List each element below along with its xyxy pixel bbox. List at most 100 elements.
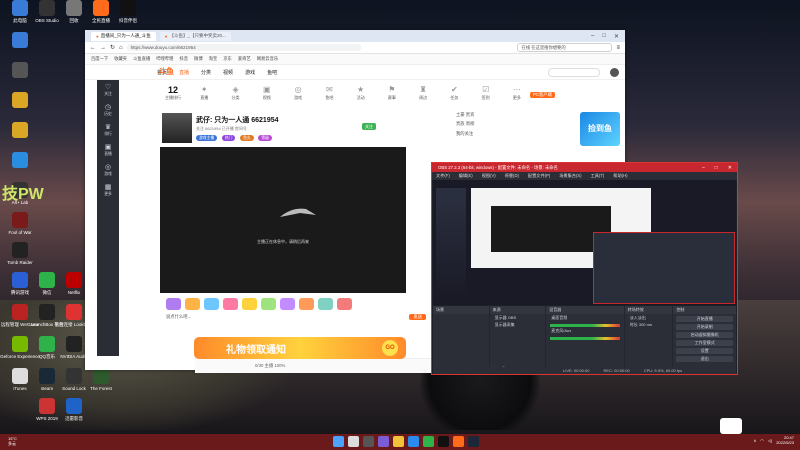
browser-tab[interactable]: ● 【斗鱼】_【只要中奖卖20... (159, 31, 231, 41)
sidebar-item-history[interactable]: ◷ 历史 (97, 100, 119, 120)
transition-duration[interactable]: 时长 300 ms (625, 321, 673, 328)
streamer-avatar[interactable] (162, 113, 192, 143)
banner-go-button[interactable]: GO (382, 340, 398, 356)
bookmark-item[interactable]: 百度一下 (91, 56, 108, 62)
gift-item[interactable] (223, 298, 238, 310)
sidebar-item-rank[interactable]: ♛ 排行 (97, 120, 119, 140)
bookmark-item[interactable]: 爱奇艺 (238, 56, 251, 62)
obs-menu-item[interactable]: 场景集合(S) (559, 173, 581, 179)
desktop-icon[interactable] (0, 32, 42, 66)
gift-item[interactable] (204, 298, 219, 310)
gift-item[interactable] (280, 298, 295, 310)
sidebar-item-follow[interactable]: ♡ 关注 (97, 80, 119, 100)
browser-icon[interactable] (408, 436, 419, 447)
category-item[interactable]: ★ 活动 (348, 85, 374, 109)
url-input[interactable]: https://www.douyu.com/6621954 (126, 44, 361, 51)
minimize-icon[interactable]: – (702, 165, 705, 171)
clock[interactable]: 20:47 2022/5/23 (776, 435, 794, 445)
site-nav-item[interactable]: 直播 (179, 69, 189, 76)
follow-button[interactable]: 关注 (362, 123, 376, 130)
pc-client-button[interactable]: PC客户端 (530, 92, 555, 98)
close-icon[interactable]: ✕ (728, 165, 732, 171)
settings-button[interactable]: 设置 (676, 348, 733, 354)
file-explorer-icon[interactable] (393, 436, 404, 447)
back-icon[interactable]: ← (90, 45, 96, 51)
wifi-icon[interactable]: ◠ (760, 438, 764, 443)
desktop-icon[interactable]: Fool of War (0, 212, 42, 246)
menu-icon[interactable]: ≡ (616, 45, 620, 51)
task-view-icon[interactable] (363, 436, 374, 447)
gift-item[interactable] (337, 298, 352, 310)
gift-notice-banner[interactable]: 礼物领取通知 GO (194, 337, 406, 359)
source-item[interactable]: 显示器 OBS (490, 314, 546, 321)
promo-card[interactable]: 捡到鱼 (580, 112, 620, 146)
obs-menu-item[interactable]: 配置文件(P) (528, 173, 550, 179)
category-item[interactable]: ◎ 游戏 (285, 85, 311, 109)
bookmark-item[interactable]: 抖音 (179, 56, 188, 62)
tray-avatar[interactable] (720, 418, 742, 434)
desktop-icon[interactable]: 迅雷影音 (52, 398, 96, 432)
tag-chip[interactable]: 等级 (258, 135, 272, 141)
bookmark-item[interactable]: 微博 (194, 56, 203, 62)
my-follows[interactable]: 我的关注 (456, 131, 540, 137)
desktop-icon[interactable]: Tomb Raider (0, 242, 42, 276)
obs-menu-item[interactable]: 停靠(D) (505, 173, 519, 179)
start-streaming-button[interactable]: 开始直播 (676, 316, 733, 322)
gift-item[interactable] (185, 298, 200, 310)
weather-widget[interactable]: 15°C 多云 (8, 436, 17, 446)
steam-icon[interactable] (468, 436, 479, 447)
category-item[interactable]: 12 主播排行 (160, 85, 186, 109)
chevron-up-icon[interactable]: ∧ (753, 438, 756, 443)
avatar[interactable] (610, 67, 619, 77)
rank-subtabs[interactable]: 贵族 周榜 (456, 121, 540, 127)
send-button[interactable]: 发送 (409, 314, 426, 320)
exit-button[interactable]: 退出 (676, 356, 733, 362)
sidebar-item-game[interactable]: ◎ 游戏 (97, 160, 119, 180)
desktop-icon[interactable] (0, 62, 42, 96)
desktop-icon[interactable] (0, 122, 42, 156)
obs-preview-canvas[interactable] (433, 180, 736, 305)
site-nav-item[interactable]: 鱼吧 (267, 69, 277, 76)
studio-mode-button[interactable]: 工作室模式 (676, 340, 733, 346)
category-item[interactable]: ✔ 任务 (441, 85, 467, 109)
gift-item[interactable] (166, 298, 181, 310)
gift-item[interactable] (242, 298, 257, 310)
browser-search-input[interactable]: 在线 在这里搜你想要的 (517, 43, 613, 52)
transition-select[interactable]: 淡入淡出 (625, 314, 673, 321)
category-item[interactable]: ▣ 视频 (254, 85, 280, 109)
source-item[interactable]: 显示器采集 (490, 321, 546, 328)
bookmark-item[interactable]: 斗鱼直播 (133, 56, 150, 62)
video-player[interactable]: 主播正在休息中，请稍后再来 (160, 147, 406, 293)
obs-menu-item[interactable]: 帮助(H) (613, 173, 627, 179)
chat-input[interactable]: 说点什么吧... (166, 314, 191, 320)
obs-menu-item[interactable]: 工具(T) (591, 173, 605, 179)
widgets-icon[interactable] (378, 436, 389, 447)
category-item[interactable]: ◈ 分类 (223, 85, 249, 109)
forward-icon[interactable]: → (100, 45, 106, 51)
bookmark-item[interactable]: 哔哩哔哩 (156, 56, 173, 62)
douyu-icon[interactable] (453, 436, 464, 447)
site-search-input[interactable] (548, 67, 600, 77)
volume-icon[interactable]: ◁) (768, 438, 772, 443)
virtual-camera-button[interactable]: 启动虚拟摄像机 (676, 332, 733, 338)
reload-icon[interactable]: ↻ (110, 44, 115, 51)
maximize-icon[interactable]: □ (602, 33, 606, 40)
sidebar-item-live[interactable]: ▣ 直播 (97, 140, 119, 160)
start-icon[interactable] (333, 436, 344, 447)
bookmark-item[interactable]: 网易云音乐 (257, 56, 278, 62)
search-icon[interactable] (348, 436, 359, 447)
site-nav-item[interactable]: 游戏 (245, 69, 255, 76)
desktop-icon[interactable]: 抖音伴侣 (106, 0, 150, 34)
wechat-icon[interactable] (423, 436, 434, 447)
maximize-icon[interactable]: □ (715, 165, 718, 171)
category-item[interactable]: ⚑ 赛事 (379, 85, 405, 109)
home-icon[interactable]: ⌂ (119, 45, 123, 51)
minimize-icon[interactable]: – (591, 33, 594, 40)
gift-item[interactable] (318, 298, 333, 310)
category-item[interactable]: ♜ 周边 (410, 85, 436, 109)
category-item[interactable]: ✦ 直播 (191, 85, 217, 109)
browser-tab-active[interactable]: ● 直播间_只为一人通_斗鱼 (91, 31, 156, 41)
bookmark-item[interactable]: 收藏夹 (114, 56, 127, 62)
site-nav-item[interactable]: 分类 (201, 69, 211, 76)
desktop-icon[interactable]: The Forest (79, 368, 123, 402)
